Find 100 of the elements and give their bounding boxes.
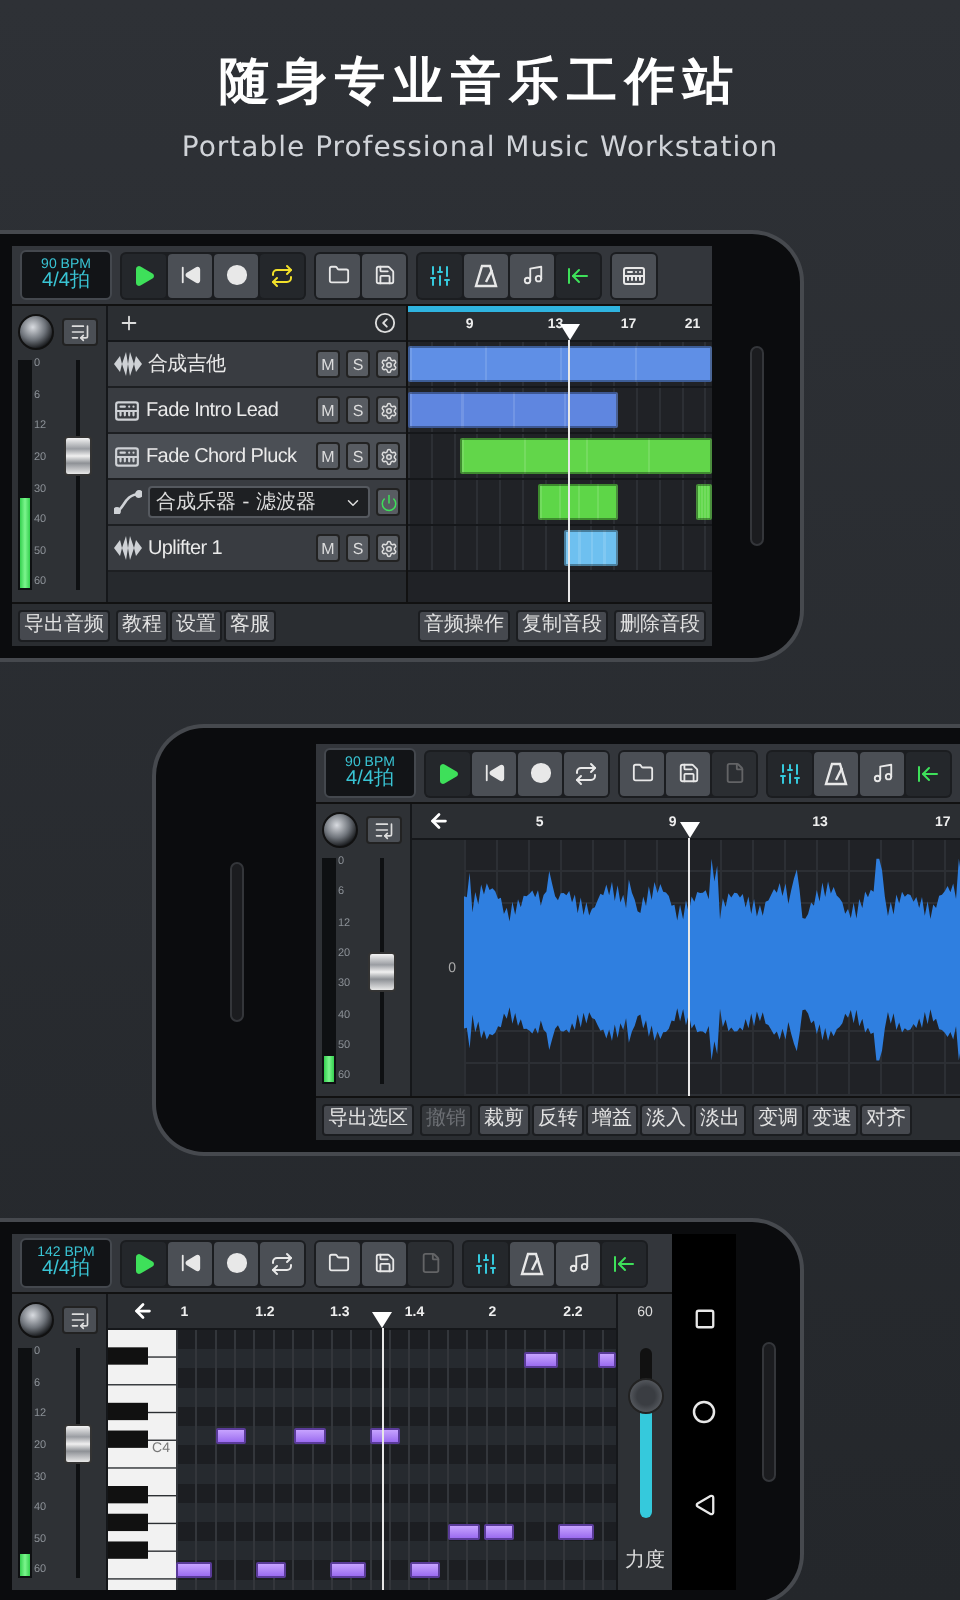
toolbar-button[interactable]: 淡出 [694, 1103, 746, 1135]
metronome-button[interactable] [510, 1241, 554, 1285]
fader-thumb[interactable] [368, 951, 396, 991]
toolbar-button[interactable]: 客服 [224, 609, 276, 641]
track-row[interactable]: Fade Intro Lead M S [108, 388, 406, 434]
note[interactable] [598, 1351, 616, 1368]
settings-button[interactable] [376, 350, 400, 378]
play-icon [132, 1251, 156, 1275]
toolbar-button[interactable]: 对齐 [860, 1103, 912, 1135]
parameter-dropdown[interactable]: 合成乐器 - 滤波器 [148, 486, 370, 518]
gear-icon [379, 355, 397, 373]
play-button[interactable] [426, 751, 470, 795]
fader-thumb[interactable] [64, 1424, 92, 1464]
recents-button[interactable] [693, 1308, 715, 1331]
rewind-button[interactable] [168, 1241, 212, 1285]
toolbar-button[interactable]: 教程 [116, 609, 168, 641]
clip[interactable] [563, 530, 618, 566]
mixer-button[interactable] [464, 1241, 508, 1285]
track-row[interactable]: Uplifter 1 M S [108, 526, 406, 572]
metronome-button[interactable] [814, 751, 858, 795]
toolbar-button[interactable]: 导出音频 [18, 609, 110, 641]
file-button[interactable] [666, 751, 710, 795]
record-button[interactable] [214, 253, 258, 297]
effects-button[interactable] [62, 318, 98, 346]
power-button[interactable] [376, 488, 400, 516]
solo-button[interactable]: S [346, 396, 370, 424]
settings-button[interactable] [376, 534, 400, 562]
loop-button[interactable] [260, 1241, 304, 1285]
plus-icon[interactable] [118, 312, 140, 334]
note[interactable] [176, 1562, 212, 1579]
toolbar-button[interactable]: 变调 [752, 1103, 804, 1135]
mixer-button[interactable] [768, 751, 812, 795]
record-button[interactable] [518, 751, 562, 795]
rewind-button[interactable] [472, 751, 516, 795]
playhead[interactable] [679, 822, 700, 1096]
play-button[interactable] [122, 253, 166, 297]
note[interactable] [255, 1562, 286, 1579]
clip[interactable] [408, 392, 618, 428]
loop-button[interactable] [564, 751, 608, 795]
toolbar-button[interactable]: 设置 [170, 609, 222, 641]
note[interactable] [523, 1351, 559, 1368]
solo-button[interactable]: S [346, 534, 370, 562]
playhead[interactable] [372, 1312, 393, 1590]
toolbar-button[interactable]: 增益 [586, 1103, 638, 1135]
note[interactable] [215, 1428, 247, 1444]
file-button[interactable] [316, 253, 360, 297]
fader-thumb[interactable] [64, 436, 92, 476]
mute-button[interactable]: M [316, 442, 340, 470]
file-button[interactable] [620, 751, 664, 795]
solo-button[interactable]: S [346, 442, 370, 470]
file-button[interactable] [362, 1241, 406, 1285]
file-button[interactable] [362, 253, 406, 297]
home-button[interactable] [692, 1399, 716, 1424]
snap-button[interactable] [602, 1241, 646, 1285]
note[interactable] [484, 1524, 515, 1540]
notes-button[interactable] [556, 1241, 600, 1285]
mute-button[interactable]: M [316, 534, 340, 562]
clip[interactable] [696, 484, 712, 520]
toolbar-button[interactable]: 删除音段 [614, 609, 706, 641]
rewind-button[interactable] [168, 253, 212, 297]
toolbar-button[interactable]: 复制音段 [516, 609, 608, 641]
back-button[interactable] [412, 804, 464, 840]
velocity-thumb[interactable] [627, 1377, 663, 1414]
snap-button[interactable] [906, 751, 950, 795]
settings-button[interactable] [376, 442, 400, 470]
note[interactable] [330, 1562, 366, 1579]
solo-button[interactable]: S [346, 350, 370, 378]
toolbar-button[interactable]: 淡入 [640, 1103, 692, 1135]
clip[interactable] [459, 438, 712, 474]
track-row[interactable]: Fade Chord Pluck M S [108, 434, 406, 480]
effects-button[interactable] [366, 816, 402, 844]
file-button[interactable] [316, 1241, 360, 1285]
toolbar-button[interactable]: 裁剪 [478, 1103, 530, 1135]
track-row[interactable]: 合成吉他 M S [108, 342, 406, 388]
snap-button[interactable] [556, 253, 600, 297]
toolbar-button[interactable]: 音频操作 [418, 609, 510, 641]
note[interactable] [369, 1428, 401, 1444]
knob[interactable] [18, 1302, 54, 1338]
toolbar-button[interactable]: 导出选区 [322, 1103, 414, 1135]
metronome-button[interactable] [464, 253, 508, 297]
clip[interactable] [538, 484, 618, 520]
mute-button[interactable]: M [316, 350, 340, 378]
effects-button[interactable] [62, 1306, 98, 1334]
mixer-button[interactable] [418, 253, 462, 297]
back-nav-button[interactable] [693, 1493, 715, 1516]
knob[interactable] [322, 812, 358, 848]
record-button[interactable] [214, 1241, 258, 1285]
playhead[interactable] [559, 324, 580, 602]
play-button[interactable] [122, 1241, 166, 1285]
automation-row[interactable]: 合成乐器 - 滤波器 [108, 480, 406, 526]
toolbar-button[interactable]: 变速 [806, 1103, 858, 1135]
sliders-icon [428, 263, 452, 287]
knob[interactable] [18, 314, 54, 350]
mute-button[interactable]: M [316, 396, 340, 424]
settings-button[interactable] [376, 396, 400, 424]
loop-button[interactable] [260, 253, 304, 297]
notes-button[interactable] [860, 751, 904, 795]
note[interactable] [409, 1562, 440, 1579]
toolbar-button[interactable]: 反转 [532, 1103, 584, 1135]
notes-button[interactable] [510, 253, 554, 297]
